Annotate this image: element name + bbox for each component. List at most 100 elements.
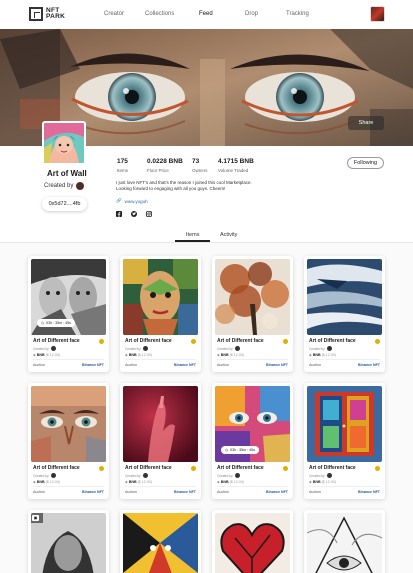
sale-type: Auction bbox=[125, 363, 137, 367]
nft-title: Art of Different face bbox=[217, 465, 264, 471]
price-currency: BNB bbox=[128, 353, 137, 357]
clock-icon: ◷ bbox=[41, 321, 45, 325]
nft-price: ◆ BNB ($ 12.00) bbox=[125, 480, 152, 484]
facebook-icon[interactable] bbox=[116, 211, 122, 217]
stat-value: 175 bbox=[117, 158, 128, 165]
wallet-address-pill[interactable]: 0x5d72....4fb bbox=[42, 197, 87, 211]
stat-label: Owners bbox=[192, 168, 208, 173]
price-currency: BNB bbox=[312, 353, 321, 357]
created-by-row: Created by bbox=[309, 346, 332, 351]
nft-card[interactable]: Art of Different face Created by ◆ BNB (… bbox=[120, 383, 201, 499]
creator-avatar[interactable] bbox=[142, 473, 148, 478]
nft-card[interactable]: ◷ 03h : 35m : 45s Art of Different face C… bbox=[28, 256, 109, 372]
nft-image[interactable] bbox=[123, 513, 198, 573]
creator-avatar[interactable] bbox=[142, 346, 148, 351]
nft-card[interactable]: Art of Different face Created by ◆ BNB (… bbox=[120, 256, 201, 372]
chain-label: Binance NFT bbox=[82, 363, 104, 367]
card-divider bbox=[125, 486, 196, 487]
nft-price: ◆ BNB ($ 12.00) bbox=[125, 353, 152, 357]
collection-name: Art of Wall bbox=[47, 169, 87, 178]
nft-image[interactable] bbox=[31, 386, 106, 462]
stat-floor-price: 0.0228 BNB Floor Price bbox=[147, 158, 183, 173]
share-button[interactable]: Share bbox=[348, 116, 384, 130]
price-usd: ($ 12.00) bbox=[137, 480, 152, 484]
created-by-label: Created by bbox=[125, 346, 141, 351]
sale-type: Auction bbox=[217, 363, 229, 367]
card-divider bbox=[217, 486, 288, 487]
nav-creator[interactable]: Creator bbox=[104, 11, 124, 17]
created-by-row: Created by bbox=[33, 473, 56, 478]
nft-image[interactable] bbox=[123, 259, 198, 335]
nft-image[interactable] bbox=[123, 386, 198, 462]
card-divider bbox=[217, 359, 288, 360]
creator-avatar[interactable] bbox=[50, 473, 56, 478]
nft-card[interactable] bbox=[304, 510, 385, 573]
creator-avatar[interactable] bbox=[50, 346, 56, 351]
sale-type: Auction bbox=[125, 490, 137, 494]
nft-image[interactable] bbox=[31, 513, 106, 573]
clock-icon: ◷ bbox=[225, 448, 229, 452]
collection-avatar-art bbox=[44, 123, 84, 163]
auction-timer: ◷ 03h : 35m : 45s bbox=[221, 446, 259, 454]
nft-park-logo[interactable]: NFT PARK bbox=[29, 7, 65, 21]
price-usd: ($ 12.00) bbox=[45, 480, 60, 484]
nft-price: ◆ BNB ($ 12.00) bbox=[309, 480, 336, 484]
sale-type: Auction bbox=[309, 363, 321, 367]
nft-image[interactable] bbox=[307, 259, 382, 335]
nav-feed[interactable]: Feed bbox=[199, 11, 213, 17]
stat-label: Items bbox=[117, 168, 129, 173]
gallery-icon: ▣ bbox=[32, 515, 39, 521]
nav-drop[interactable]: Drop bbox=[245, 11, 258, 17]
stat-owners: 73 Owners bbox=[192, 158, 208, 173]
nft-title: Art of Different face bbox=[309, 338, 356, 344]
nft-card[interactable]: Art of Different face Created by ◆ BNB (… bbox=[28, 383, 109, 499]
website-link-row[interactable]: 🔗 www.yoguh bbox=[116, 198, 148, 204]
creator-avatar[interactable] bbox=[234, 346, 240, 351]
nft-art-bw-portrait bbox=[31, 513, 106, 573]
following-button[interactable]: Following bbox=[347, 157, 384, 169]
nft-card[interactable]: Art of Different face Created by ◆ BNB (… bbox=[212, 256, 293, 372]
creator-avatar[interactable] bbox=[234, 473, 240, 478]
timer-text: 03h : 35m : 45s bbox=[46, 321, 71, 325]
nft-image[interactable] bbox=[215, 513, 290, 573]
creator-avatar[interactable] bbox=[326, 346, 332, 351]
nft-image[interactable] bbox=[307, 513, 382, 573]
card-divider bbox=[125, 359, 196, 360]
tab-activity[interactable]: Activity bbox=[220, 232, 237, 238]
nft-card[interactable]: Art of Different face Created by ◆ BNB (… bbox=[304, 256, 385, 372]
card-divider bbox=[309, 486, 380, 487]
nav-collections[interactable]: Collections bbox=[145, 11, 174, 17]
instagram-icon[interactable] bbox=[146, 211, 152, 217]
nft-image[interactable] bbox=[215, 259, 290, 335]
tab-items[interactable]: Items bbox=[186, 232, 199, 238]
bnb-icon: ◆ bbox=[217, 480, 220, 484]
social-links bbox=[116, 211, 152, 217]
chain-label: Binance NFT bbox=[82, 490, 104, 494]
coin-icon bbox=[191, 466, 196, 471]
nft-card[interactable]: Art of Different face Created by ◆ BNB (… bbox=[304, 383, 385, 499]
twitter-icon[interactable] bbox=[131, 211, 137, 217]
price-usd: ($ 12.00) bbox=[321, 480, 336, 484]
stat-value: 73 bbox=[192, 158, 200, 165]
website-link[interactable]: www.yoguh bbox=[125, 199, 148, 204]
creator-avatar[interactable] bbox=[326, 473, 332, 478]
nft-art-geometric-face bbox=[123, 513, 198, 573]
nft-card[interactable]: ◷ 03h : 35m : 45s Art of Different face C… bbox=[212, 383, 293, 499]
chain-label: Binance NFT bbox=[174, 363, 196, 367]
user-avatar[interactable] bbox=[370, 6, 385, 22]
nft-card[interactable] bbox=[212, 510, 293, 573]
nft-card[interactable] bbox=[120, 510, 201, 573]
nft-art-eye-pyramid bbox=[307, 513, 382, 573]
created-by-label: Created by bbox=[217, 473, 233, 478]
created-by-row: Created by bbox=[44, 182, 85, 190]
nav-tracking[interactable]: Tracking bbox=[286, 11, 309, 17]
nft-image[interactable] bbox=[307, 386, 382, 462]
creator-avatar[interactable] bbox=[76, 182, 85, 190]
nft-art-stained-heart bbox=[215, 513, 290, 573]
top-nav-bar: NFT PARK Creator Collections Feed Drop T… bbox=[0, 0, 413, 29]
created-by-label: Created by bbox=[217, 346, 233, 351]
created-by-row: Created by bbox=[309, 473, 332, 478]
nft-card[interactable]: ▣ bbox=[28, 510, 109, 573]
price-usd: ($ 12.00) bbox=[137, 353, 152, 357]
logo-line-2: PARK bbox=[46, 13, 66, 20]
